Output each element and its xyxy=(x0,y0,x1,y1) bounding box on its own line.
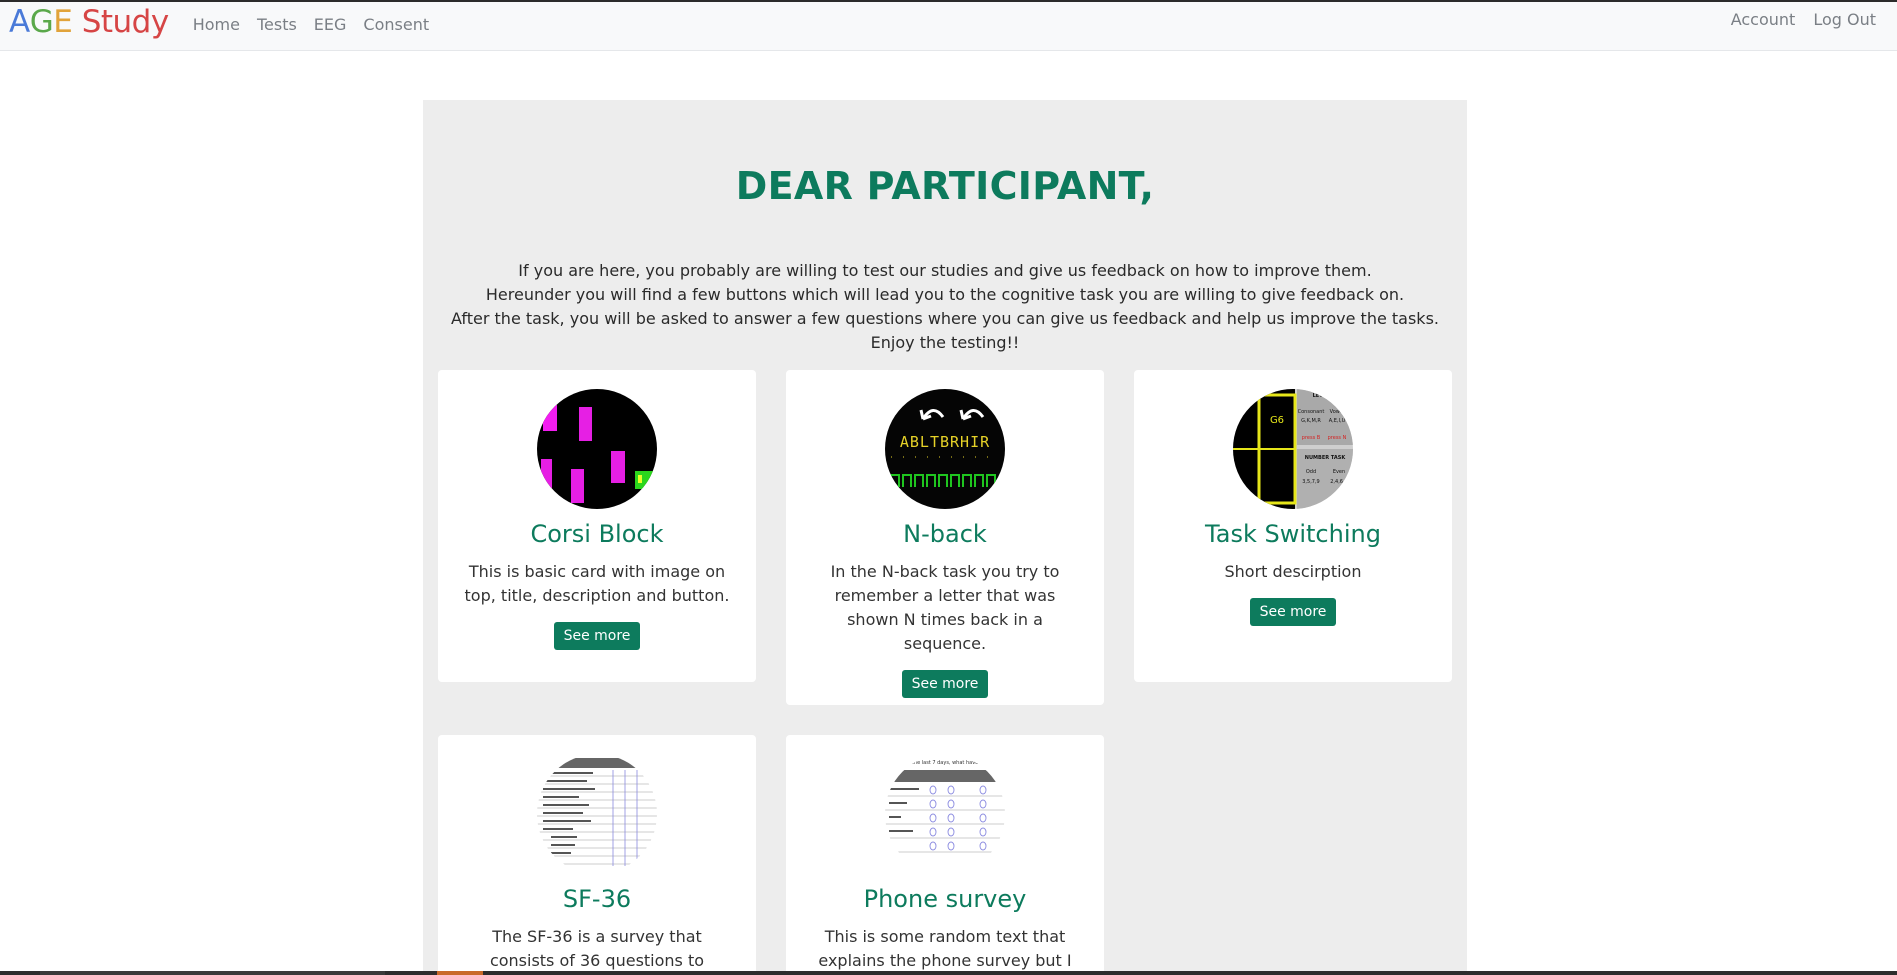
n-back-image: ABLTBRHIR xyxy=(885,389,1005,509)
svg-text:Consonant: Consonant xyxy=(1298,409,1325,415)
card-description: Short descirption xyxy=(1224,562,1362,581)
svg-text:Odd: Odd xyxy=(1306,469,1316,475)
svg-text:Over the last 7 days, what hav: Over the last 7 days, what have you? xyxy=(898,760,992,766)
nav-links: Home Tests EEG Consent xyxy=(193,15,446,34)
intro-line: Hereunder you will find a few buttons wh… xyxy=(485,285,1405,304)
svg-text:G,K,M,R: G,K,M,R xyxy=(1301,418,1321,424)
card-title: Task Switching xyxy=(1205,520,1381,548)
nav-consent-link[interactable]: Consent xyxy=(363,15,429,34)
svg-text:press N: press N xyxy=(1328,435,1347,441)
nav-logout-link[interactable]: Log Out xyxy=(1813,10,1876,29)
main-panel: DEAR PARTICIPANT, If you are here, you p… xyxy=(423,100,1467,975)
intro-text: If you are here, you probably are willin… xyxy=(423,259,1467,355)
card-description: This is basic card with image on top, ti… xyxy=(464,562,730,605)
svg-text:A,E,I,U: A,E,I,U xyxy=(1329,418,1346,424)
sf36-survey-image xyxy=(537,754,657,874)
svg-text:Even: Even xyxy=(1333,469,1345,475)
task-switching-see-more-button[interactable]: See more xyxy=(1249,598,1337,626)
nav-tests-link[interactable]: Tests xyxy=(257,15,297,34)
card-title: Corsi Block xyxy=(530,520,664,548)
nav-home-link[interactable]: Home xyxy=(193,15,240,34)
taskbar-edge xyxy=(0,971,1897,975)
card-description: The SF-36 is a survey that consists of 3… xyxy=(489,927,705,970)
card-phone-survey: Over the last 7 days, what have you? Pho… xyxy=(786,735,1104,975)
card-n-back: ABLTBRHIR N-back In the N-back task you … xyxy=(786,370,1104,705)
nav-account-link[interactable]: Account xyxy=(1731,10,1796,29)
page-title: DEAR PARTICIPANT, xyxy=(735,164,1155,208)
task-switching-image: G6 LETTER Consonant G,K,M,R press B Vowe… xyxy=(1233,389,1353,509)
svg-text:press B: press B xyxy=(1302,435,1321,441)
nav-right: Account Log Out xyxy=(1713,10,1876,29)
svg-text:LETTER: LETTER xyxy=(1313,393,1334,399)
n-back-see-more-button[interactable]: See more xyxy=(901,670,989,698)
nav-eeg-link[interactable]: EEG xyxy=(314,15,347,34)
card-title: Phone survey xyxy=(863,885,1027,913)
corsi-block-image xyxy=(537,389,657,509)
svg-text:2,4,6,8: 2,4,6,8 xyxy=(1330,479,1348,485)
navbar: A G E Study Home Tests EEG Consent Accou… xyxy=(0,2,1897,51)
card-title: N-back xyxy=(903,520,987,548)
n-back-letters: ABLTBRHIR xyxy=(900,433,990,451)
svg-text:NUMBER TASK: NUMBER TASK xyxy=(1305,455,1347,461)
brand-letter-a: A xyxy=(9,3,30,40)
card-task-switching: G6 LETTER Consonant G,K,M,R press B Vowe… xyxy=(1134,370,1452,682)
phone-survey-image: Over the last 7 days, what have you? xyxy=(885,754,1005,874)
intro-line: Enjoy the testing!! xyxy=(870,333,1020,352)
card-description: In the N-back task you try to remember a… xyxy=(830,562,1060,653)
brand-logo[interactable]: A G E Study xyxy=(9,3,170,40)
brand-word-study: Study xyxy=(72,3,170,40)
card-corsi-block: Corsi Block This is basic card with imag… xyxy=(438,370,756,682)
card-sf-36: SF-36 The SF-36 is a survey that consist… xyxy=(438,735,756,975)
intro-line: If you are here, you probably are willin… xyxy=(518,261,1372,280)
svg-text:G6: G6 xyxy=(1270,415,1284,426)
corsi-see-more-button[interactable]: See more xyxy=(553,622,641,650)
svg-text:3,5,7,9: 3,5,7,9 xyxy=(1302,479,1320,485)
svg-text:Vowel: Vowel xyxy=(1330,409,1345,415)
brand-letter-g: G xyxy=(29,3,54,40)
intro-line: After the task, you will be asked to ans… xyxy=(451,309,1439,328)
card-title: SF-36 xyxy=(562,885,632,913)
brand-letter-e: E xyxy=(53,3,73,40)
card-description: This is some random text that explains t… xyxy=(818,927,1072,970)
